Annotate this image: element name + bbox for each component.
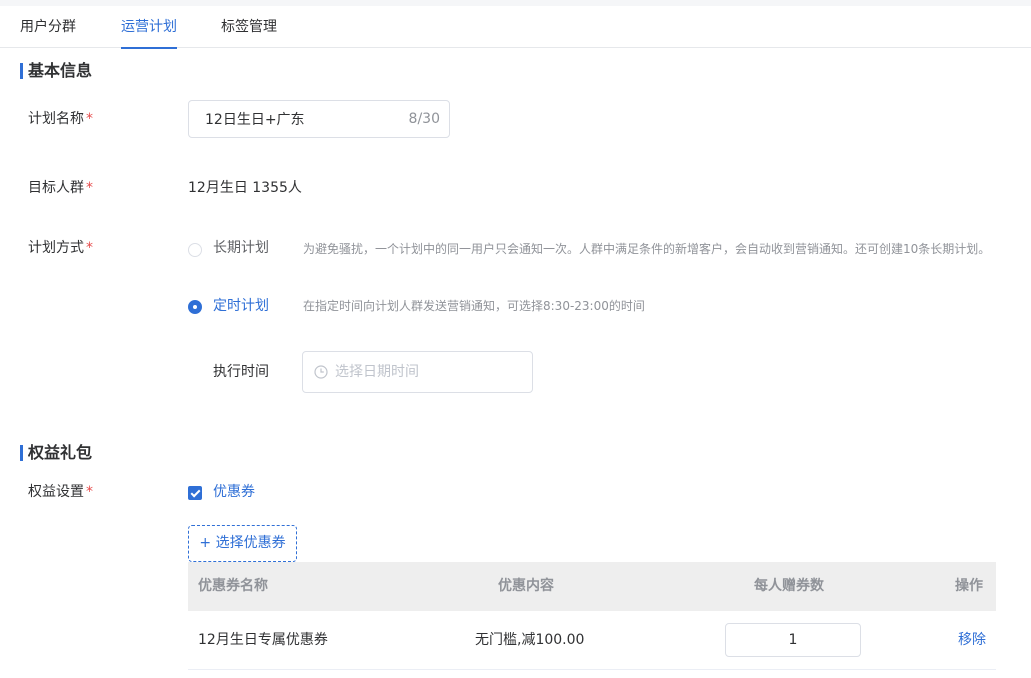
long-term-plan-hint: 为避免骚扰，一个计划中的同一用户只会通知一次。人群中满足条件的新增客户，会自动收… — [303, 242, 991, 256]
remove-coupon-link[interactable]: 移除 — [958, 611, 986, 670]
exec-time-input[interactable] — [335, 352, 525, 392]
exec-time-label: 执行时间 — [213, 364, 269, 380]
target-audience-value: 12月生日 1355人 — [188, 180, 302, 196]
plan-name-input[interactable] — [189, 101, 399, 137]
plan-name-label: 计划名称 * — [28, 111, 93, 127]
tab-user-segments[interactable]: 用户分群 — [20, 6, 76, 48]
required-mark: * — [86, 180, 93, 196]
plan-mode-label: 计划方式 * — [28, 240, 93, 256]
clock-icon — [314, 365, 328, 379]
coupon-checkbox-label[interactable]: 优惠券 — [213, 482, 255, 502]
exec-time-picker[interactable] — [302, 351, 533, 393]
required-mark: * — [86, 484, 93, 500]
radio-scheduled-plan[interactable] — [188, 300, 202, 314]
plan-name-field[interactable]: 8/30 — [188, 100, 450, 138]
coupon-content-cell: 无门槛,减100.00 — [475, 632, 585, 648]
coupon-quantity-input[interactable] — [725, 623, 861, 657]
coupon-checkbox[interactable] — [188, 486, 202, 500]
tab-bar: 用户分群 运营计划 标签管理 — [0, 6, 1031, 49]
radio-long-term-plan[interactable] — [188, 243, 202, 257]
table-row: 12月生日专属优惠券 无门槛,减100.00 移除 — [188, 611, 996, 670]
radio-label-scheduled-plan[interactable]: 定时计划 — [213, 296, 269, 316]
table-header: 优惠券名称 优惠内容 每人赠券数 操作 — [188, 562, 996, 611]
radio-label-long-term-plan[interactable]: 长期计划 — [213, 238, 269, 258]
scheduled-plan-hint: 在指定时间向计划人群发送营销通知，可选择8:30-23:00的时间 — [303, 299, 645, 313]
tab-operation-plan[interactable]: 运营计划 — [121, 6, 177, 49]
required-mark: * — [86, 240, 93, 256]
target-audience-label: 目标人群 * — [28, 180, 93, 196]
column-header-coupons-per-person: 每人赠券数 — [754, 578, 824, 594]
column-header-coupon-name: 优惠券名称 — [198, 578, 268, 594]
column-header-actions: 操作 — [955, 578, 983, 594]
section-title-rights-package: 权益礼包 — [20, 443, 92, 463]
select-coupon-button[interactable]: + 选择优惠券 — [188, 525, 297, 562]
coupon-name-cell: 12月生日专属优惠券 — [198, 632, 328, 648]
column-header-coupon-content: 优惠内容 — [498, 578, 554, 594]
required-mark: * — [86, 111, 93, 127]
section-title-basic-info: 基本信息 — [20, 61, 92, 81]
rights-setting-label: 权益设置 * — [28, 484, 93, 500]
tab-tag-management[interactable]: 标签管理 — [221, 6, 277, 48]
plan-name-char-count: 8/30 — [408, 111, 440, 127]
